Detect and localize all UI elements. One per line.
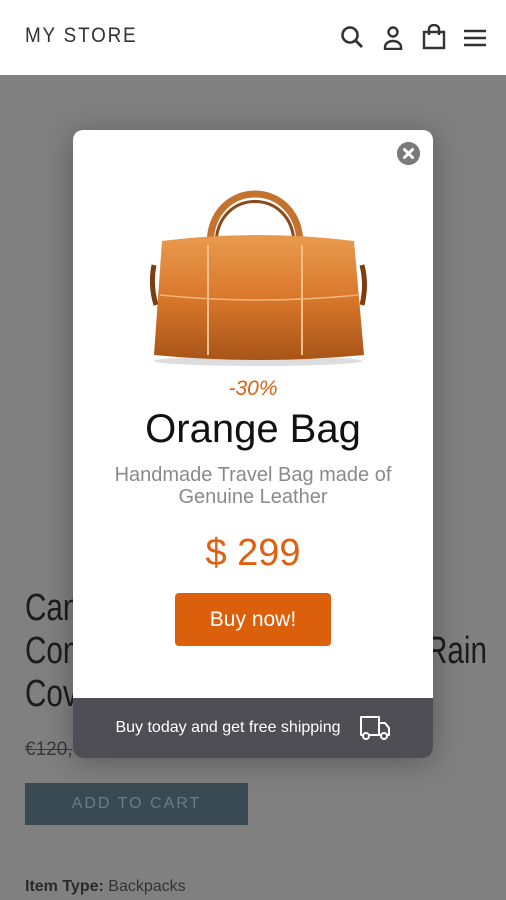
store-logo[interactable]: MY STORE — [25, 24, 137, 48]
product-price: $ 299 — [205, 532, 301, 574]
add-to-cart-button[interactable]: ADD TO CART — [25, 783, 248, 825]
account-icon[interactable] — [380, 24, 406, 50]
menu-icon[interactable] — [462, 24, 488, 50]
orange-bag-image — [150, 190, 367, 366]
shipping-text: Buy today and get free shipping — [115, 719, 341, 736]
item-type: Item Type: Backpacks — [25, 878, 186, 896]
search-icon[interactable] — [339, 24, 365, 50]
item-type-label: Item Type: — [25, 878, 104, 895]
discount-badge: -30% — [228, 377, 278, 400]
close-icon[interactable] — [397, 142, 420, 165]
bag-icon[interactable] — [421, 24, 447, 50]
product-title-fragment: Can — [25, 587, 80, 629]
product-title-fragment: Rain — [426, 630, 487, 672]
item-type-value: Backpacks — [108, 878, 186, 895]
product-title: Orange Bag — [145, 407, 361, 451]
header: MY STORE — [0, 0, 506, 75]
buy-now-button[interactable]: Buy now! — [175, 593, 331, 646]
old-price: €120, — [25, 739, 73, 760]
truck-icon — [359, 716, 390, 740]
product-title-fragment: Con — [25, 630, 80, 672]
shipping-banner: Buy today and get free shipping — [73, 698, 433, 758]
promo-modal: -30% Orange Bag Handmade Travel Bag made… — [73, 130, 433, 758]
product-title-fragment: Cov — [25, 673, 78, 715]
product-subtitle: Handmade Travel Bag made of Genuine Leat… — [114, 464, 392, 508]
